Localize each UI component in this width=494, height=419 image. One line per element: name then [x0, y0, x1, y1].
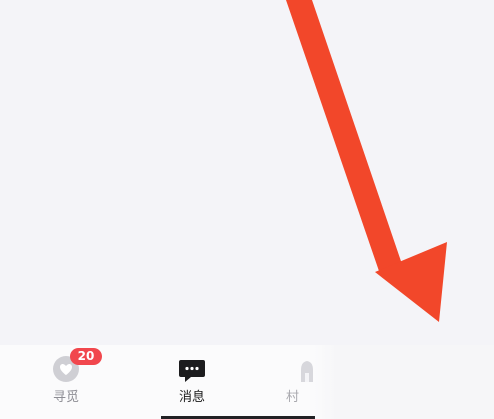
blurred-region	[314, 345, 494, 419]
tab-messages[interactable]: 消息	[156, 345, 228, 419]
content-area	[0, 0, 494, 345]
chat-bubble-icon	[179, 360, 205, 382]
tab-discover[interactable]: 20 寻觅	[30, 345, 102, 419]
unread-badge: 20	[70, 348, 102, 365]
tab-discover-label: 寻觅	[52, 390, 79, 405]
app-screen: 20 寻觅 消息 村	[0, 0, 494, 419]
tab-messages-label: 消息	[178, 390, 205, 405]
